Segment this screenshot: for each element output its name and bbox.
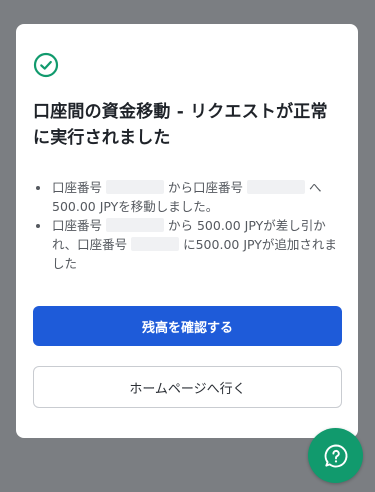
list-item: 口座番号 から 500.00 JPYが差し引かれ、口座番号 に500.00 JP…	[33, 216, 342, 273]
check-circle-icon	[33, 52, 59, 78]
result-list: 口座番号 から口座番号 へ500.00 JPYを移動しました。 口座番号 から …	[33, 178, 342, 273]
text-segment: 口座番号	[52, 218, 103, 233]
redacted-account-number	[106, 218, 164, 232]
go-home-button[interactable]: ホームページへ行く	[33, 366, 342, 408]
text-segment: 口座番号	[52, 180, 103, 195]
success-dialog: 口座間の資金移動 - リクエストが正常に実行されました 口座番号 から口座番号 …	[16, 24, 358, 438]
confirm-balance-button[interactable]: 残高を確認する	[33, 306, 342, 346]
dialog-title: 口座間の資金移動 - リクエストが正常に実行されました	[33, 102, 328, 148]
redacted-account-number	[106, 180, 164, 194]
help-icon	[324, 444, 347, 467]
redacted-account-number	[246, 180, 305, 194]
redacted-account-number	[131, 237, 180, 251]
list-item: 口座番号 から口座番号 へ500.00 JPYを移動しました。	[33, 178, 342, 216]
text-segment: から口座番号	[167, 180, 243, 195]
help-button[interactable]	[308, 428, 363, 483]
